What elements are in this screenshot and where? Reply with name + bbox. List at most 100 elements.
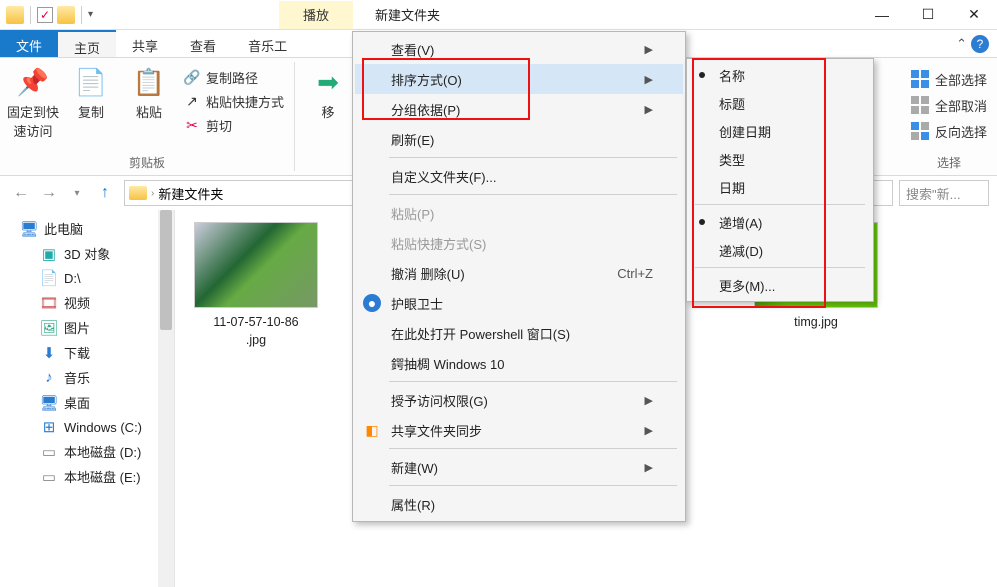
folder-icon [6,6,24,24]
sort-descending[interactable]: 递减(D) [689,236,871,264]
up-button[interactable]: ↑ [92,180,118,206]
ctx-give-access[interactable]: 授予访问权限(G)▶ [355,385,683,415]
app-icon: ◧ [363,421,381,439]
qat-dropdown-icon[interactable]: ▾ [88,9,93,20]
ctx-windows10[interactable]: 鍔抽椆 Windows 10 [355,348,683,378]
tree-3d-objects[interactable]: ▣3D 对象 [20,241,174,266]
ctx-group-by[interactable]: 分组依据(P)▶ [355,94,683,124]
tree-music[interactable]: ♪音乐 [20,365,174,390]
ctx-sort-by[interactable]: 排序方式(O)▶ [355,64,683,94]
sort-title[interactable]: 标题 [689,89,871,117]
pc-icon: 🖥 [20,220,38,238]
ctx-eye-guard[interactable]: ●护眼卫士 [355,288,683,318]
folder-icon[interactable] [57,6,75,24]
bullet-icon [699,72,705,78]
chevron-right-icon: ▶ [645,461,653,474]
tab-share[interactable]: 共享 [116,30,174,57]
ctx-paste-shortcut: 粘贴快捷方式(S) [355,228,683,258]
chevron-right-icon: ▶ [645,73,653,86]
chevron-right-icon[interactable]: › [151,188,154,199]
tree-disk-e[interactable]: ▭本地磁盘 (E:) [20,464,174,489]
nav-tree: 🖥此电脑 ▣3D 对象 📄D:\ 🎞视频 🖼图片 ⬇下载 ♪音乐 🖥桌面 ⊞Wi… [0,210,175,587]
chevron-right-icon: ▶ [645,103,653,116]
document-icon: 📄 [40,269,58,287]
help-icon[interactable]: ? [971,35,989,53]
ctx-paste: 粘贴(P) [355,198,683,228]
quick-access-toolbar: ✓ ▾ [0,6,99,24]
tree-downloads[interactable]: ⬇下载 [20,340,174,365]
move-icon: ➡ [312,66,344,98]
close-button[interactable]: ✕ [951,0,997,30]
ctx-properties[interactable]: 属性(R) [355,489,683,519]
tree-disk-d[interactable]: ▭本地磁盘 (D:) [20,439,174,464]
copy-path-button[interactable]: 🔗复制路径 [180,66,288,88]
tree-d-drive[interactable]: 📄D:\ [20,266,174,290]
select-none-icon [911,96,929,114]
tree-videos[interactable]: 🎞视频 [20,290,174,315]
ctx-customize-folder[interactable]: 自定义文件夹(F)... [355,161,683,191]
collapse-ribbon-icon[interactable]: ⌃ [956,36,967,52]
paste-shortcut-button[interactable]: ↗粘贴快捷方式 [180,90,288,112]
context-menu: 查看(V)▶ 排序方式(O)▶ 分组依据(P)▶ 刷新(E) 自定义文件夹(F)… [352,31,686,522]
breadcrumb-current[interactable]: 新建文件夹 [158,184,223,203]
tree-this-pc[interactable]: 🖥此电脑 [20,216,174,241]
minimize-button[interactable]: — [859,0,905,30]
tree-pictures[interactable]: 🖼图片 [20,315,174,340]
path-icon: 🔗 [184,69,200,85]
invert-selection-button[interactable]: 反向选择 [907,120,991,142]
sort-date[interactable]: 日期 [689,173,871,201]
sidebar-scrollbar[interactable] [158,210,174,587]
invert-icon [911,122,929,140]
disk-icon: ▭ [40,468,58,486]
select-all-button[interactable]: 全部选择 [907,68,991,90]
tree-desktop[interactable]: 🖥桌面 [20,390,174,415]
paste-button[interactable]: 📋 粘贴 [122,62,176,144]
maximize-button[interactable]: ☐ [905,0,951,30]
copy-icon: 📄 [75,66,107,98]
forward-button[interactable]: → [36,180,62,206]
file-name: 11-07-57-10-86 .jpg [213,314,298,349]
paste-icon: 📋 [133,66,165,98]
chevron-right-icon: ▶ [645,43,653,56]
tree-windows-c[interactable]: ⊞Windows (C:) [20,415,174,439]
download-icon: ⬇ [40,344,58,362]
tab-file[interactable]: 文件 [0,30,58,57]
disk-icon: ▭ [40,443,58,461]
ctx-new[interactable]: 新建(W)▶ [355,452,683,482]
cube-icon: ▣ [40,245,58,263]
tab-view[interactable]: 查看 [174,30,232,57]
thumbnail [194,222,318,308]
sort-submenu: 名称 标题 创建日期 类型 日期 递增(A) 递减(D) 更多(M)... [686,58,874,302]
drive-icon: ⊞ [40,418,58,436]
contextual-tab-play[interactable]: 播放 [279,1,353,29]
pin-icon: 📌 [17,66,49,98]
ctx-undo-delete[interactable]: 撤消 删除(U)Ctrl+Z [355,258,683,288]
ctx-open-powershell[interactable]: 在此处打开 Powershell 窗口(S) [355,318,683,348]
ctx-refresh[interactable]: 刷新(E) [355,124,683,154]
tab-music-tools[interactable]: 音乐工 [232,30,303,57]
file-item[interactable]: 11-07-57-10-86 .jpg [191,222,321,349]
pin-quick-access-button[interactable]: 📌 固定到快 速访问 [6,62,60,144]
move-to-button[interactable]: ➡ 移 [301,62,355,125]
titlebar: ✓ ▾ 播放 新建文件夹 — ☐ ✕ [0,0,997,30]
folder-icon [129,186,147,200]
sort-ascending[interactable]: 递增(A) [689,208,871,236]
scissors-icon: ✂ [184,117,200,133]
copy-button[interactable]: 📄 复制 [64,62,118,144]
history-dropdown[interactable]: ▾ [64,180,90,206]
back-button[interactable]: ← [8,180,34,206]
qat-check-icon[interactable]: ✓ [37,7,53,23]
window-title: 新建文件夹 [375,5,859,24]
sort-date-created[interactable]: 创建日期 [689,117,871,145]
cut-button[interactable]: ✂剪切 [180,114,288,136]
sort-more[interactable]: 更多(M)... [689,271,871,299]
desktop-icon: 🖥 [40,394,58,412]
sort-type[interactable]: 类型 [689,145,871,173]
ctx-share-sync[interactable]: ◧共享文件夹同步▶ [355,415,683,445]
ctx-view[interactable]: 查看(V)▶ [355,34,683,64]
sort-name[interactable]: 名称 [689,61,871,89]
app-icon: ● [363,294,381,312]
select-none-button[interactable]: 全部取消 [907,94,991,116]
tab-home[interactable]: 主页 [58,30,116,57]
search-input[interactable]: 搜索"新... [899,180,989,206]
